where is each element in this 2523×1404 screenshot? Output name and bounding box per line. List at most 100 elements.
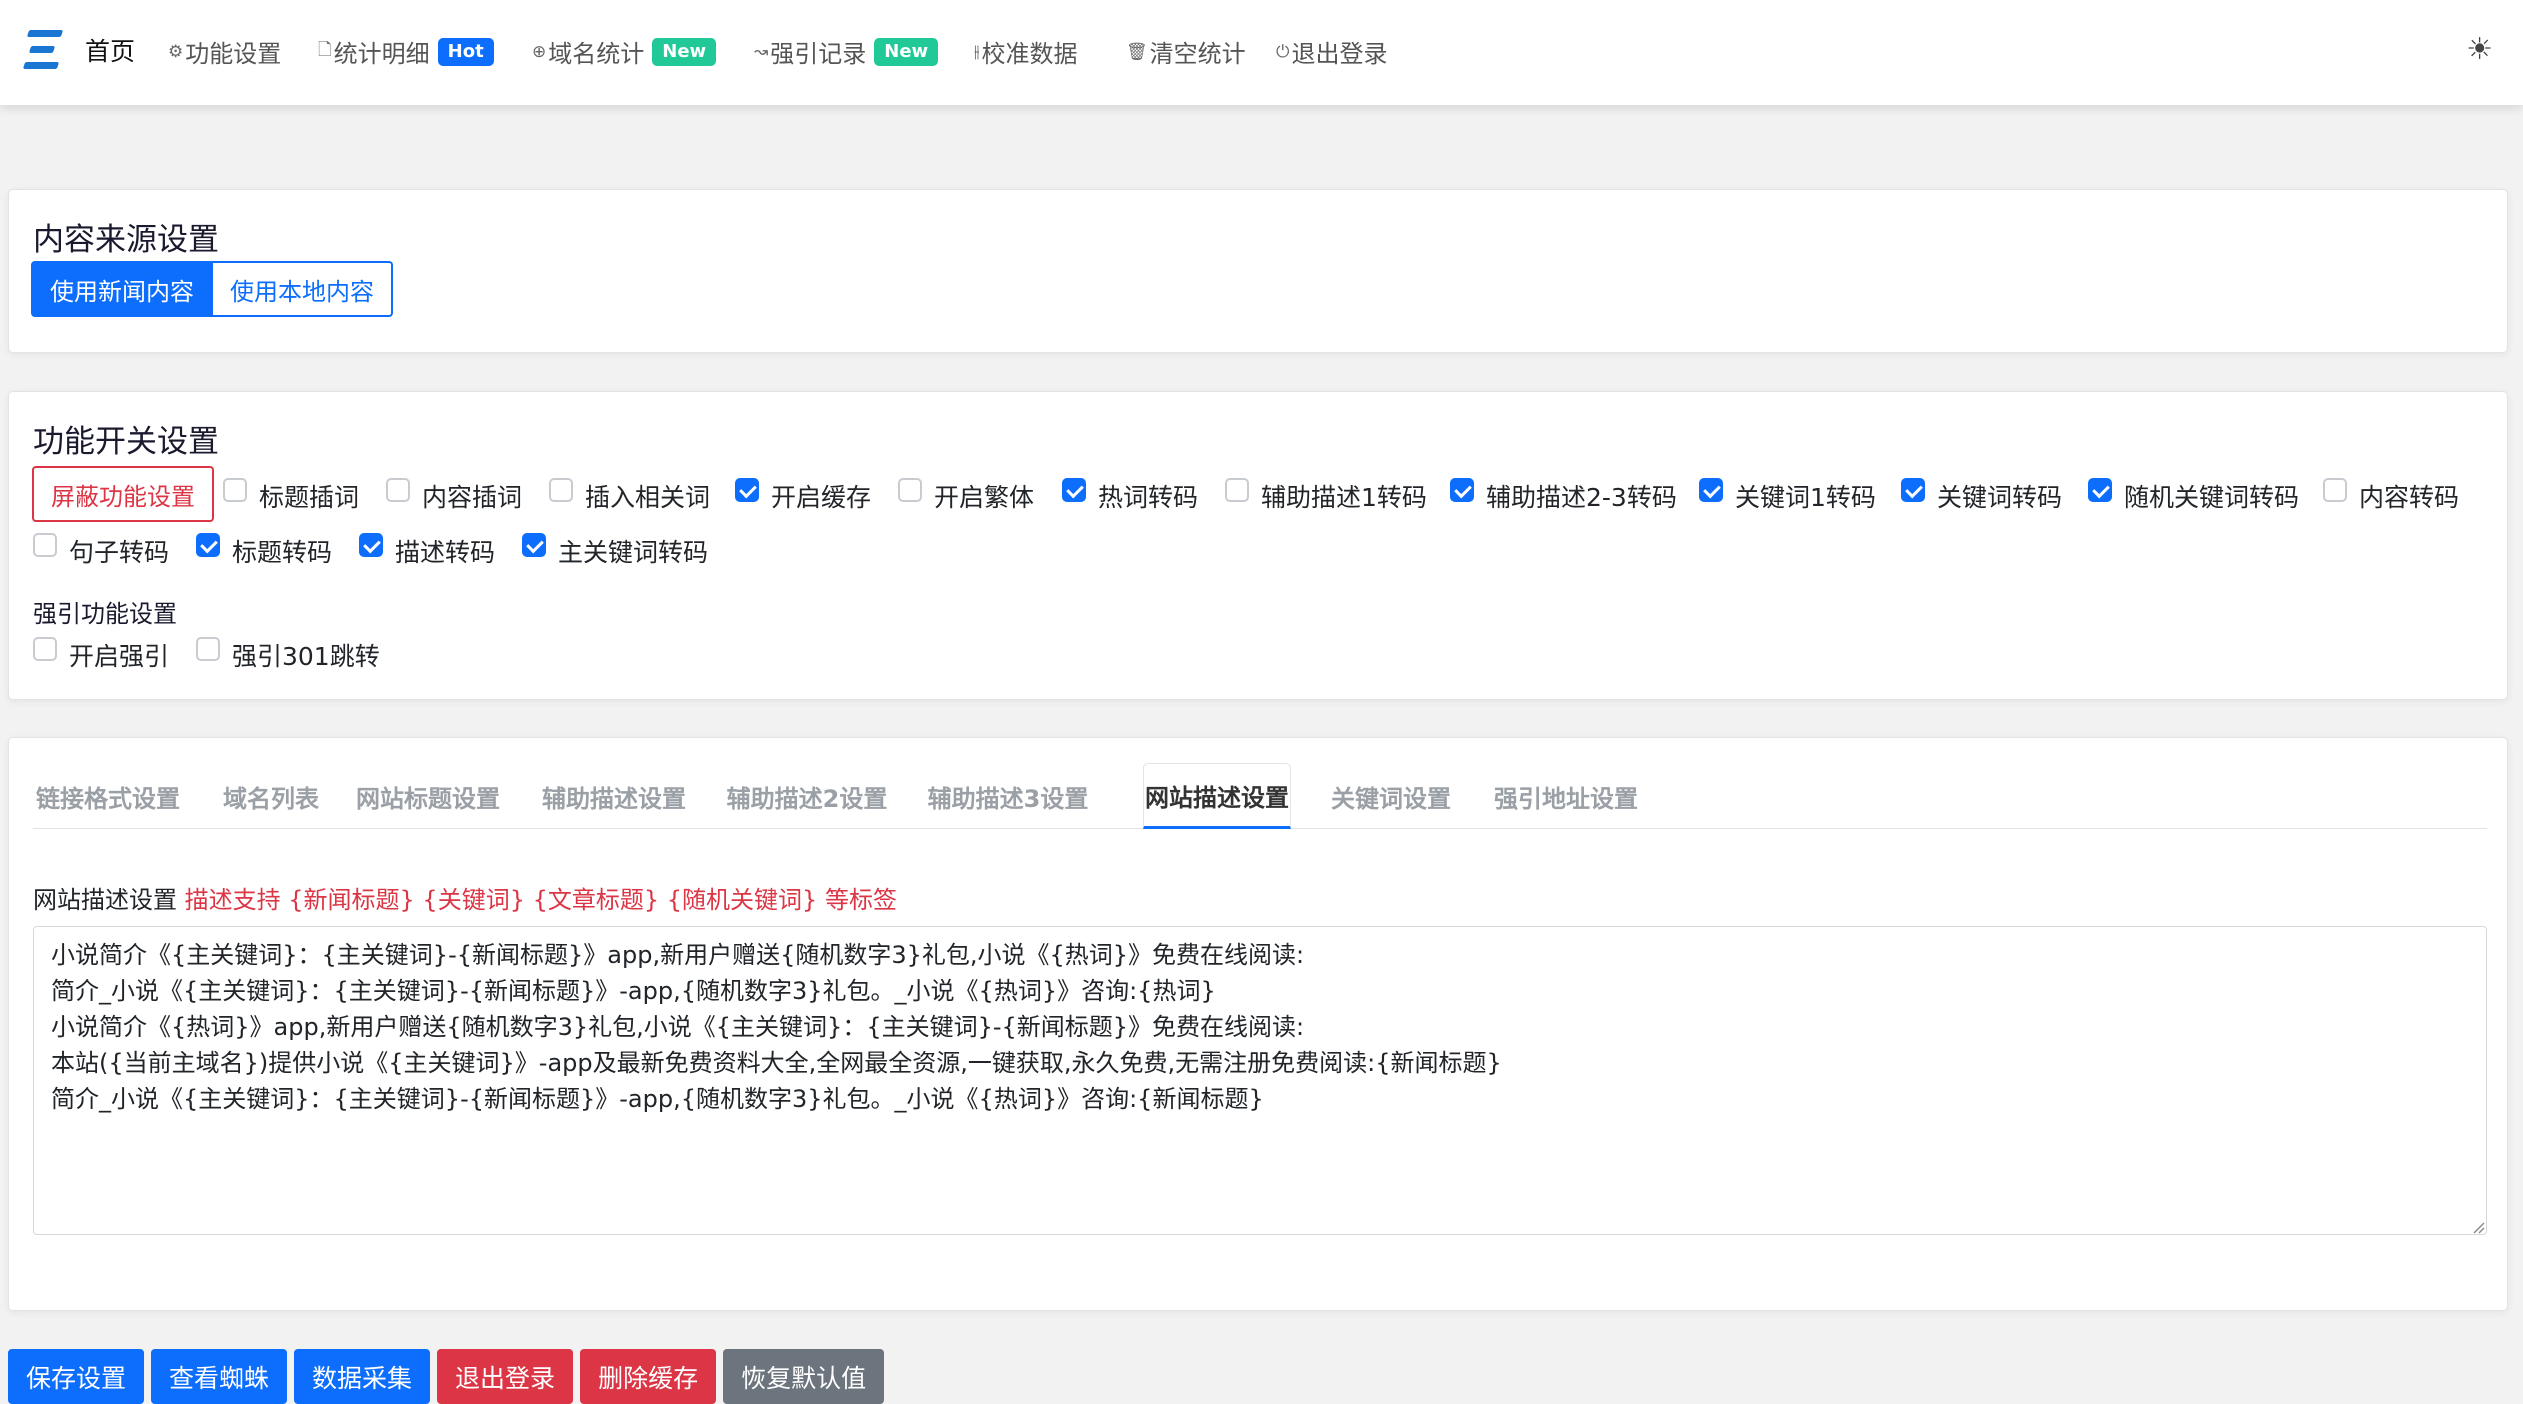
site-description-label: 网站描述设置 描述支持 {新闻标题} {关键词} {文章标题} {随机关键词} … — [33, 880, 897, 915]
nav-calibrate-data[interactable]: ⫲ 校准数据 — [974, 34, 1078, 69]
checkbox-content-encode[interactable]: 内容转码 — [2323, 478, 2459, 514]
checkbox-enable-cache[interactable]: 开启缓存 — [735, 478, 871, 514]
checkbox-box[interactable] — [359, 533, 383, 557]
checkbox-box[interactable] — [1901, 478, 1925, 502]
nav-stats-detail[interactable]: 🗋 统计明细 Hot — [318, 34, 494, 69]
settings-tabs-card: 链接格式设置 域名列表 网站标题设置 辅助描述设置 辅助描述2设置 辅助描述3设… — [8, 737, 2508, 1311]
checkbox-main-keyword-encode[interactable]: 主关键词转码 — [522, 533, 708, 569]
file-icon: 🗋 — [318, 40, 332, 60]
feature-switch-title: 功能开关设置 — [33, 424, 219, 460]
checkbox-label: 关键词1转码 — [1735, 483, 1876, 512]
checkbox-label: 内容插词 — [422, 483, 523, 512]
checkbox-keyword-encode[interactable]: 关键词转码 — [1901, 478, 2062, 514]
checkbox-box[interactable] — [196, 637, 220, 661]
checkbox-label: 标题插词 — [259, 483, 360, 512]
checkbox-box[interactable] — [522, 533, 546, 557]
checkbox-box[interactable] — [735, 478, 759, 502]
checkbox-box[interactable] — [196, 533, 220, 557]
checkbox-desc-encode[interactable]: 描述转码 — [359, 533, 495, 569]
checkbox-insert-related[interactable]: 插入相关词 — [549, 478, 710, 514]
checkbox-box[interactable] — [386, 478, 410, 502]
tab-site-title[interactable]: 网站标题设置 — [353, 763, 503, 829]
checkbox-box[interactable] — [33, 637, 57, 661]
checkbox-box[interactable] — [1225, 478, 1249, 502]
checkbox-keyword1-encode[interactable]: 关键词1转码 — [1699, 478, 1876, 514]
nav-logout[interactable]: ⏻ 退出登录 — [1276, 34, 1387, 69]
settings-tabs: 链接格式设置 域名列表 网站标题设置 辅助描述设置 辅助描述2设置 辅助描述3设… — [33, 763, 2487, 829]
field-label-text: 网站描述设置 — [33, 886, 177, 914]
nav-domain-stats[interactable]: ⊕ 域名统计 New — [532, 34, 717, 69]
view-spider-button[interactable]: 查看蜘蛛 — [151, 1349, 288, 1404]
power-icon: ⏻ — [1276, 41, 1290, 62]
checkbox-enable-traditional[interactable]: 开启繁体 — [898, 478, 1034, 514]
tab-domain-list[interactable]: 域名列表 — [219, 763, 323, 829]
nav-label: 清空统计 — [1149, 40, 1246, 68]
nav-clear-stats[interactable]: 🗑 清空统计 — [1126, 34, 1246, 69]
tab-aux-desc[interactable]: 辅助描述设置 — [539, 763, 689, 829]
checkbox-box[interactable] — [549, 478, 573, 502]
restore-defaults-button[interactable]: 恢复默认值 — [723, 1349, 885, 1404]
checkbox-label: 标题转码 — [232, 538, 333, 567]
tab-site-description[interactable]: 网站描述设置 — [1143, 763, 1291, 829]
tab-redirect-address[interactable]: 强引地址设置 — [1491, 763, 1641, 829]
checkbox-box[interactable] — [33, 533, 57, 557]
checkbox-box[interactable] — [1699, 478, 1723, 502]
nav-label: 统计明细 — [333, 40, 430, 68]
sun-icon[interactable]: ☀ — [2466, 32, 2493, 67]
checkbox-redirect-301[interactable]: 强引301跳转 — [196, 637, 380, 673]
use-local-content-button[interactable]: 使用本地内容 — [213, 261, 393, 317]
gear-icon: ⚙ — [168, 41, 184, 62]
checkbox-label: 插入相关词 — [585, 483, 711, 512]
resize-handle-icon[interactable] — [2471, 1219, 2485, 1234]
tab-link-format[interactable]: 链接格式设置 — [33, 763, 183, 829]
checkbox-box[interactable] — [898, 478, 922, 502]
checkbox-title-insert[interactable]: 标题插词 — [223, 478, 359, 514]
checkbox-label: 热词转码 — [1098, 483, 1199, 512]
top-navbar: 首页 ⚙ 功能设置 🗋 统计明细 Hot ⊕ 域名统计 New ↝ 强引记录 N… — [0, 0, 2523, 105]
checkbox-title-encode[interactable]: 标题转码 — [196, 533, 332, 569]
checkbox-label: 强引301跳转 — [232, 642, 380, 671]
save-settings-button[interactable]: 保存设置 — [8, 1349, 145, 1404]
content-source-card: 内容来源设置 使用新闻内容 使用本地内容 — [8, 189, 2508, 353]
checkbox-box[interactable] — [2088, 478, 2112, 502]
route-icon: ↝ — [754, 41, 769, 62]
logo-icon[interactable] — [22, 30, 64, 70]
checkbox-box[interactable] — [2323, 478, 2347, 502]
tab-aux-desc2[interactable]: 辅助描述2设置 — [725, 763, 889, 829]
nav-home-link[interactable]: 首页 — [85, 32, 135, 68]
checkbox-sentence-encode[interactable]: 句子转码 — [33, 533, 169, 569]
checkbox-label: 开启强引 — [69, 642, 170, 671]
sliders-icon: ⫲ — [974, 41, 980, 62]
checkbox-enable-redirect[interactable]: 开启强引 — [33, 637, 169, 673]
nav-feature-settings[interactable]: ⚙ 功能设置 — [168, 34, 281, 69]
checkbox-label: 辅助描述2-3转码 — [1486, 483, 1677, 512]
nav-label: 域名统计 — [548, 40, 645, 68]
checkbox-aux-desc23-encode[interactable]: 辅助描述2-3转码 — [1450, 478, 1677, 514]
checkbox-aux-desc1-encode[interactable]: 辅助描述1转码 — [1225, 478, 1427, 514]
data-collect-button[interactable]: 数据采集 — [294, 1349, 431, 1404]
action-bar: 保存设置 查看蜘蛛 数据采集 退出登录 删除缓存 恢复默认值 — [8, 1349, 885, 1404]
checkbox-label: 随机关键词转码 — [2124, 483, 2300, 512]
checkbox-box[interactable] — [1062, 478, 1086, 502]
checkbox-random-keyword-encode[interactable]: 随机关键词转码 — [2088, 478, 2299, 514]
checkbox-box[interactable] — [223, 478, 247, 502]
trash-icon: 🗑 — [1126, 41, 1148, 62]
use-news-content-button[interactable]: 使用新闻内容 — [31, 261, 213, 317]
checkbox-label: 句子转码 — [69, 538, 170, 567]
redirect-settings-heading: 强引功能设置 — [33, 600, 177, 628]
content-source-toggle: 使用新闻内容 使用本地内容 — [31, 261, 393, 317]
block-feature-settings-button[interactable]: 屏蔽功能设置 — [32, 466, 214, 522]
globe-icon: ⊕ — [532, 41, 547, 62]
tab-aux-desc3[interactable]: 辅助描述3设置 — [926, 763, 1090, 829]
checkbox-label: 关键词转码 — [1937, 483, 2063, 512]
delete-cache-button[interactable]: 删除缓存 — [580, 1349, 717, 1404]
tab-keywords[interactable]: 关键词设置 — [1327, 763, 1455, 829]
nav-redirect-log[interactable]: ↝ 强引记录 New — [754, 34, 939, 69]
logout-button[interactable]: 退出登录 — [437, 1349, 574, 1404]
field-hint-text: 描述支持 {新闻标题} {关键词} {文章标题} {随机关键词} 等标签 — [184, 886, 897, 914]
checkbox-content-insert[interactable]: 内容插词 — [386, 478, 522, 514]
checkbox-box[interactable] — [1450, 478, 1474, 502]
hot-badge: Hot — [437, 37, 494, 66]
checkbox-hotword-encode[interactable]: 热词转码 — [1062, 478, 1198, 514]
site-description-textarea[interactable]: 小说简介《{主关键词}：{主关键词}-{新闻标题}》app,新用户赠送{随机数字… — [33, 926, 2487, 1235]
